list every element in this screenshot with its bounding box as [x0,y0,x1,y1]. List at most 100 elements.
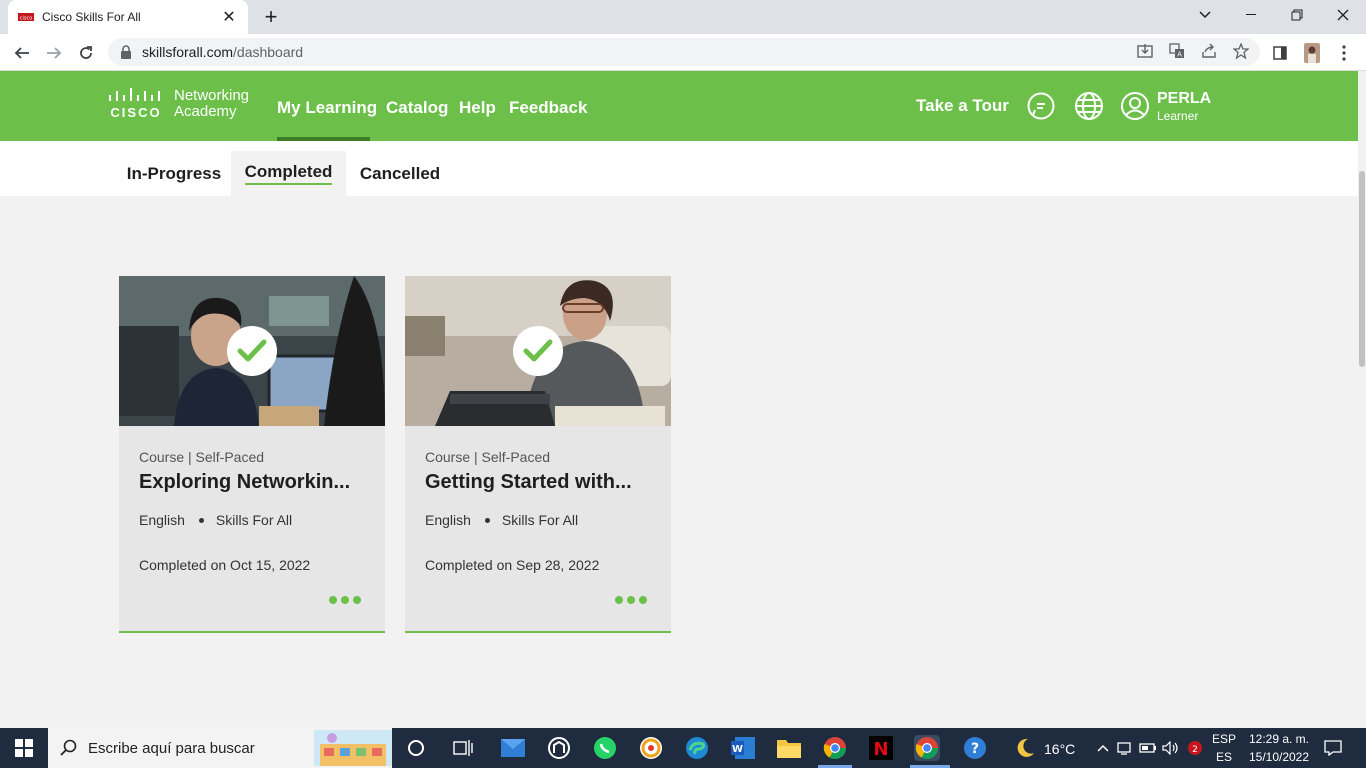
edge-icon[interactable] [684,735,710,761]
logo-line-academy: Academy [174,102,237,120]
word-icon[interactable]: W [730,735,756,761]
taskbar-search-input[interactable]: Escribe aquí para buscar [48,728,392,768]
nav-my-learning[interactable]: My Learning [277,98,377,118]
volume-icon[interactable] [1158,735,1184,761]
chrome-icon[interactable] [822,735,848,761]
file-explorer-icon[interactable] [776,735,802,761]
address-bar-row: skillsforall.com/dashboard A [0,34,1366,71]
scrollbar-thumb[interactable] [1359,171,1365,367]
input-language-top[interactable]: ESP [1210,732,1238,746]
tab-search-icon[interactable] [1182,0,1228,30]
clock-time[interactable]: 12:29 a. m. [1244,732,1314,746]
close-tab-icon[interactable]: ✕ [220,7,238,27]
nav-help[interactable]: Help [459,98,496,118]
task-view-icon[interactable] [450,735,476,761]
browser-tab-bar: cisco Cisco Skills For All ✕ + [0,0,1366,34]
svg-text:W: W [732,744,743,755]
browser-tab[interactable]: cisco Cisco Skills For All ✕ [8,0,248,34]
notification-badge-icon[interactable]: 2 [1182,735,1208,761]
app-icon[interactable] [546,735,572,761]
completed-check-icon [513,326,563,376]
separator-dot [198,517,204,523]
cisco-wordmark: CISCO [110,105,162,120]
reload-icon[interactable] [72,39,100,67]
forward-icon[interactable] [40,39,68,67]
cisco-networking-academy-logo[interactable]: CISCO Networking Academy [108,87,249,120]
globe-language-icon[interactable] [1074,91,1104,121]
install-icon[interactable] [1136,42,1154,60]
completion-date: Completed on Oct 15, 2022 [139,557,311,573]
logo-line-networking: Networking [174,86,250,104]
back-icon[interactable] [8,39,36,67]
page-scrollbar[interactable] [1358,71,1366,726]
course-card[interactable]: Course | Self-Paced Exploring Networkin.… [119,276,385,633]
user-avatar-icon[interactable] [1120,91,1150,121]
url-text: skillsforall.com/dashboard [142,44,304,60]
svg-text:A: A [1177,51,1182,59]
weather-moon-icon[interactable] [1012,735,1038,761]
whatsapp-icon[interactable] [592,735,618,761]
minimize-button[interactable] [1228,0,1274,30]
tab-completed[interactable]: Completed [231,151,346,196]
browser-app-icon[interactable] [638,735,664,761]
course-language: English [139,512,185,528]
completion-date: Completed on Sep 28, 2022 [425,557,600,573]
search-highlight-image [314,730,392,766]
learning-status-tabs: In-Progress Completed Cancelled [0,141,1358,196]
chat-icon[interactable] [1026,91,1056,121]
help-icon[interactable]: ? [962,735,988,761]
action-center-icon[interactable] [1320,735,1346,761]
windows-start-icon[interactable] [0,728,48,768]
course-title[interactable]: Exploring Networkin... [139,471,350,494]
course-language: English [425,512,471,528]
tab-in-progress[interactable]: In-Progress [116,151,232,196]
search-icon [60,739,77,756]
svg-text:cisco: cisco [20,16,33,22]
course-image [405,276,671,426]
input-language-bottom[interactable]: ES [1210,750,1238,764]
user-name[interactable]: PERLA [1157,90,1211,108]
course-type: Course | Self-Paced [425,449,551,465]
cisco-bars-icon [109,88,160,101]
user-role: Learner [1157,109,1199,123]
tab-cancelled[interactable]: Cancelled [350,151,450,196]
mail-icon[interactable] [500,735,526,761]
netflix-icon[interactable]: N [868,735,894,761]
nav-catalog[interactable]: Catalog [386,98,448,118]
tab-title: Cisco Skills For All [42,10,141,24]
url-input[interactable]: skillsforall.com/dashboard A [108,38,1260,66]
cisco-favicon-icon: cisco [18,9,34,25]
profile-avatar[interactable] [1302,43,1322,63]
lock-icon [120,45,132,59]
new-tab-button[interactable]: + [258,4,284,30]
svg-text:?: ? [971,741,979,757]
side-panel-icon[interactable] [1270,43,1290,63]
course-program: Skills For All [215,512,293,528]
more-options-icon[interactable] [615,596,647,604]
clock-date[interactable]: 15/10/2022 [1244,750,1314,764]
site-header: CISCO Networking Academy My Learning Cat… [0,71,1358,141]
completed-check-icon [227,326,277,376]
separator-dot [484,517,490,523]
menu-kebab-icon[interactable] [1334,43,1354,63]
course-image [119,276,385,426]
search-placeholder: Escribe aquí para buscar [88,739,255,757]
close-window-button[interactable] [1320,0,1366,30]
bookmark-star-icon[interactable] [1232,42,1250,60]
more-options-icon[interactable] [329,596,361,604]
course-meta: English Skills For All [425,512,578,528]
chrome-profile-icon[interactable] [914,735,940,761]
course-card[interactable]: Course | Self-Paced Getting Started with… [405,276,671,633]
course-title[interactable]: Getting Started with... [425,471,632,494]
cortana-icon[interactable] [403,735,429,761]
take-a-tour-button[interactable]: Take a Tour [916,96,1009,116]
restore-button[interactable] [1274,0,1320,30]
nav-feedback[interactable]: Feedback [509,98,587,118]
weather-temp[interactable]: 16°C [1044,741,1075,757]
course-program: Skills For All [501,512,579,528]
translate-icon[interactable]: A [1168,42,1186,60]
course-meta: English Skills For All [139,512,292,528]
svg-text:N: N [873,739,888,760]
course-type: Course | Self-Paced [139,449,265,465]
share-icon[interactable] [1200,42,1218,60]
